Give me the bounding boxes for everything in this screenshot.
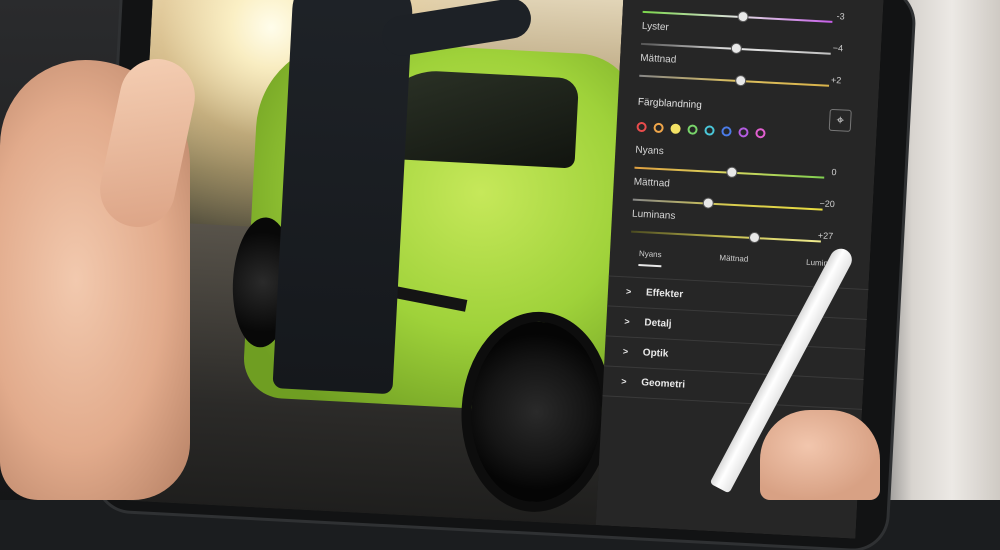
slider-label: Lyster [641,20,670,34]
tab-nyans[interactable]: Nyans [638,249,662,268]
slider-knob[interactable] [737,10,749,23]
chevron-right-icon: > [625,286,632,297]
slider-knob[interactable] [734,74,747,87]
mattnad-slider-track[interactable] [639,74,830,87]
slider-label: Mättnad [633,176,671,190]
lyster-slider-track[interactable] [640,42,831,55]
person [272,0,415,395]
swatch-green[interactable] [687,124,698,135]
swatch-purple[interactable] [738,127,749,138]
chevron-right-icon: > [621,376,627,387]
nyans-slider-track[interactable] [634,166,825,179]
swatch-aqua[interactable] [704,125,715,136]
slider-knob[interactable] [748,231,761,244]
slider-label: Mättnad [639,52,677,66]
slider-knob[interactable] [730,42,743,55]
mattnad-color-slider-track[interactable] [632,197,823,211]
swatch-red[interactable] [636,121,647,133]
chevron-right-icon: > [622,346,629,357]
slider-knob[interactable] [702,197,715,209]
section-label: Effekter [645,287,684,301]
swatch-orange[interactable] [653,122,664,134]
section-label: Geometri [640,377,686,391]
tab-mattnad[interactable]: Mättnad [719,253,748,271]
slider-value: 0 [831,166,837,178]
slider-value: -3 [836,11,845,22]
photo-preview [126,0,641,539]
slider-knob[interactable] [726,166,738,179]
section-label: Optik [642,347,669,360]
slider-label: Nyans [635,144,665,158]
target-icon[interactable]: ⌖ [828,108,852,132]
section-label: Detalj [644,317,672,330]
right-hand [760,410,880,500]
slider-value: +2 [830,74,842,86]
slider-value: −4 [832,42,844,54]
swatch-yellow-selected[interactable] [670,123,681,135]
swatch-magenta[interactable] [755,127,766,139]
swatch-blue[interactable] [721,126,732,137]
slider-label: Luminans [631,208,676,222]
color-swatches [636,121,766,139]
color-mix-title: Färgblandning [637,96,703,112]
luminans-slider-track[interactable] [631,230,821,244]
hue-slider-track[interactable] [642,10,833,23]
chevron-right-icon: > [624,316,630,327]
